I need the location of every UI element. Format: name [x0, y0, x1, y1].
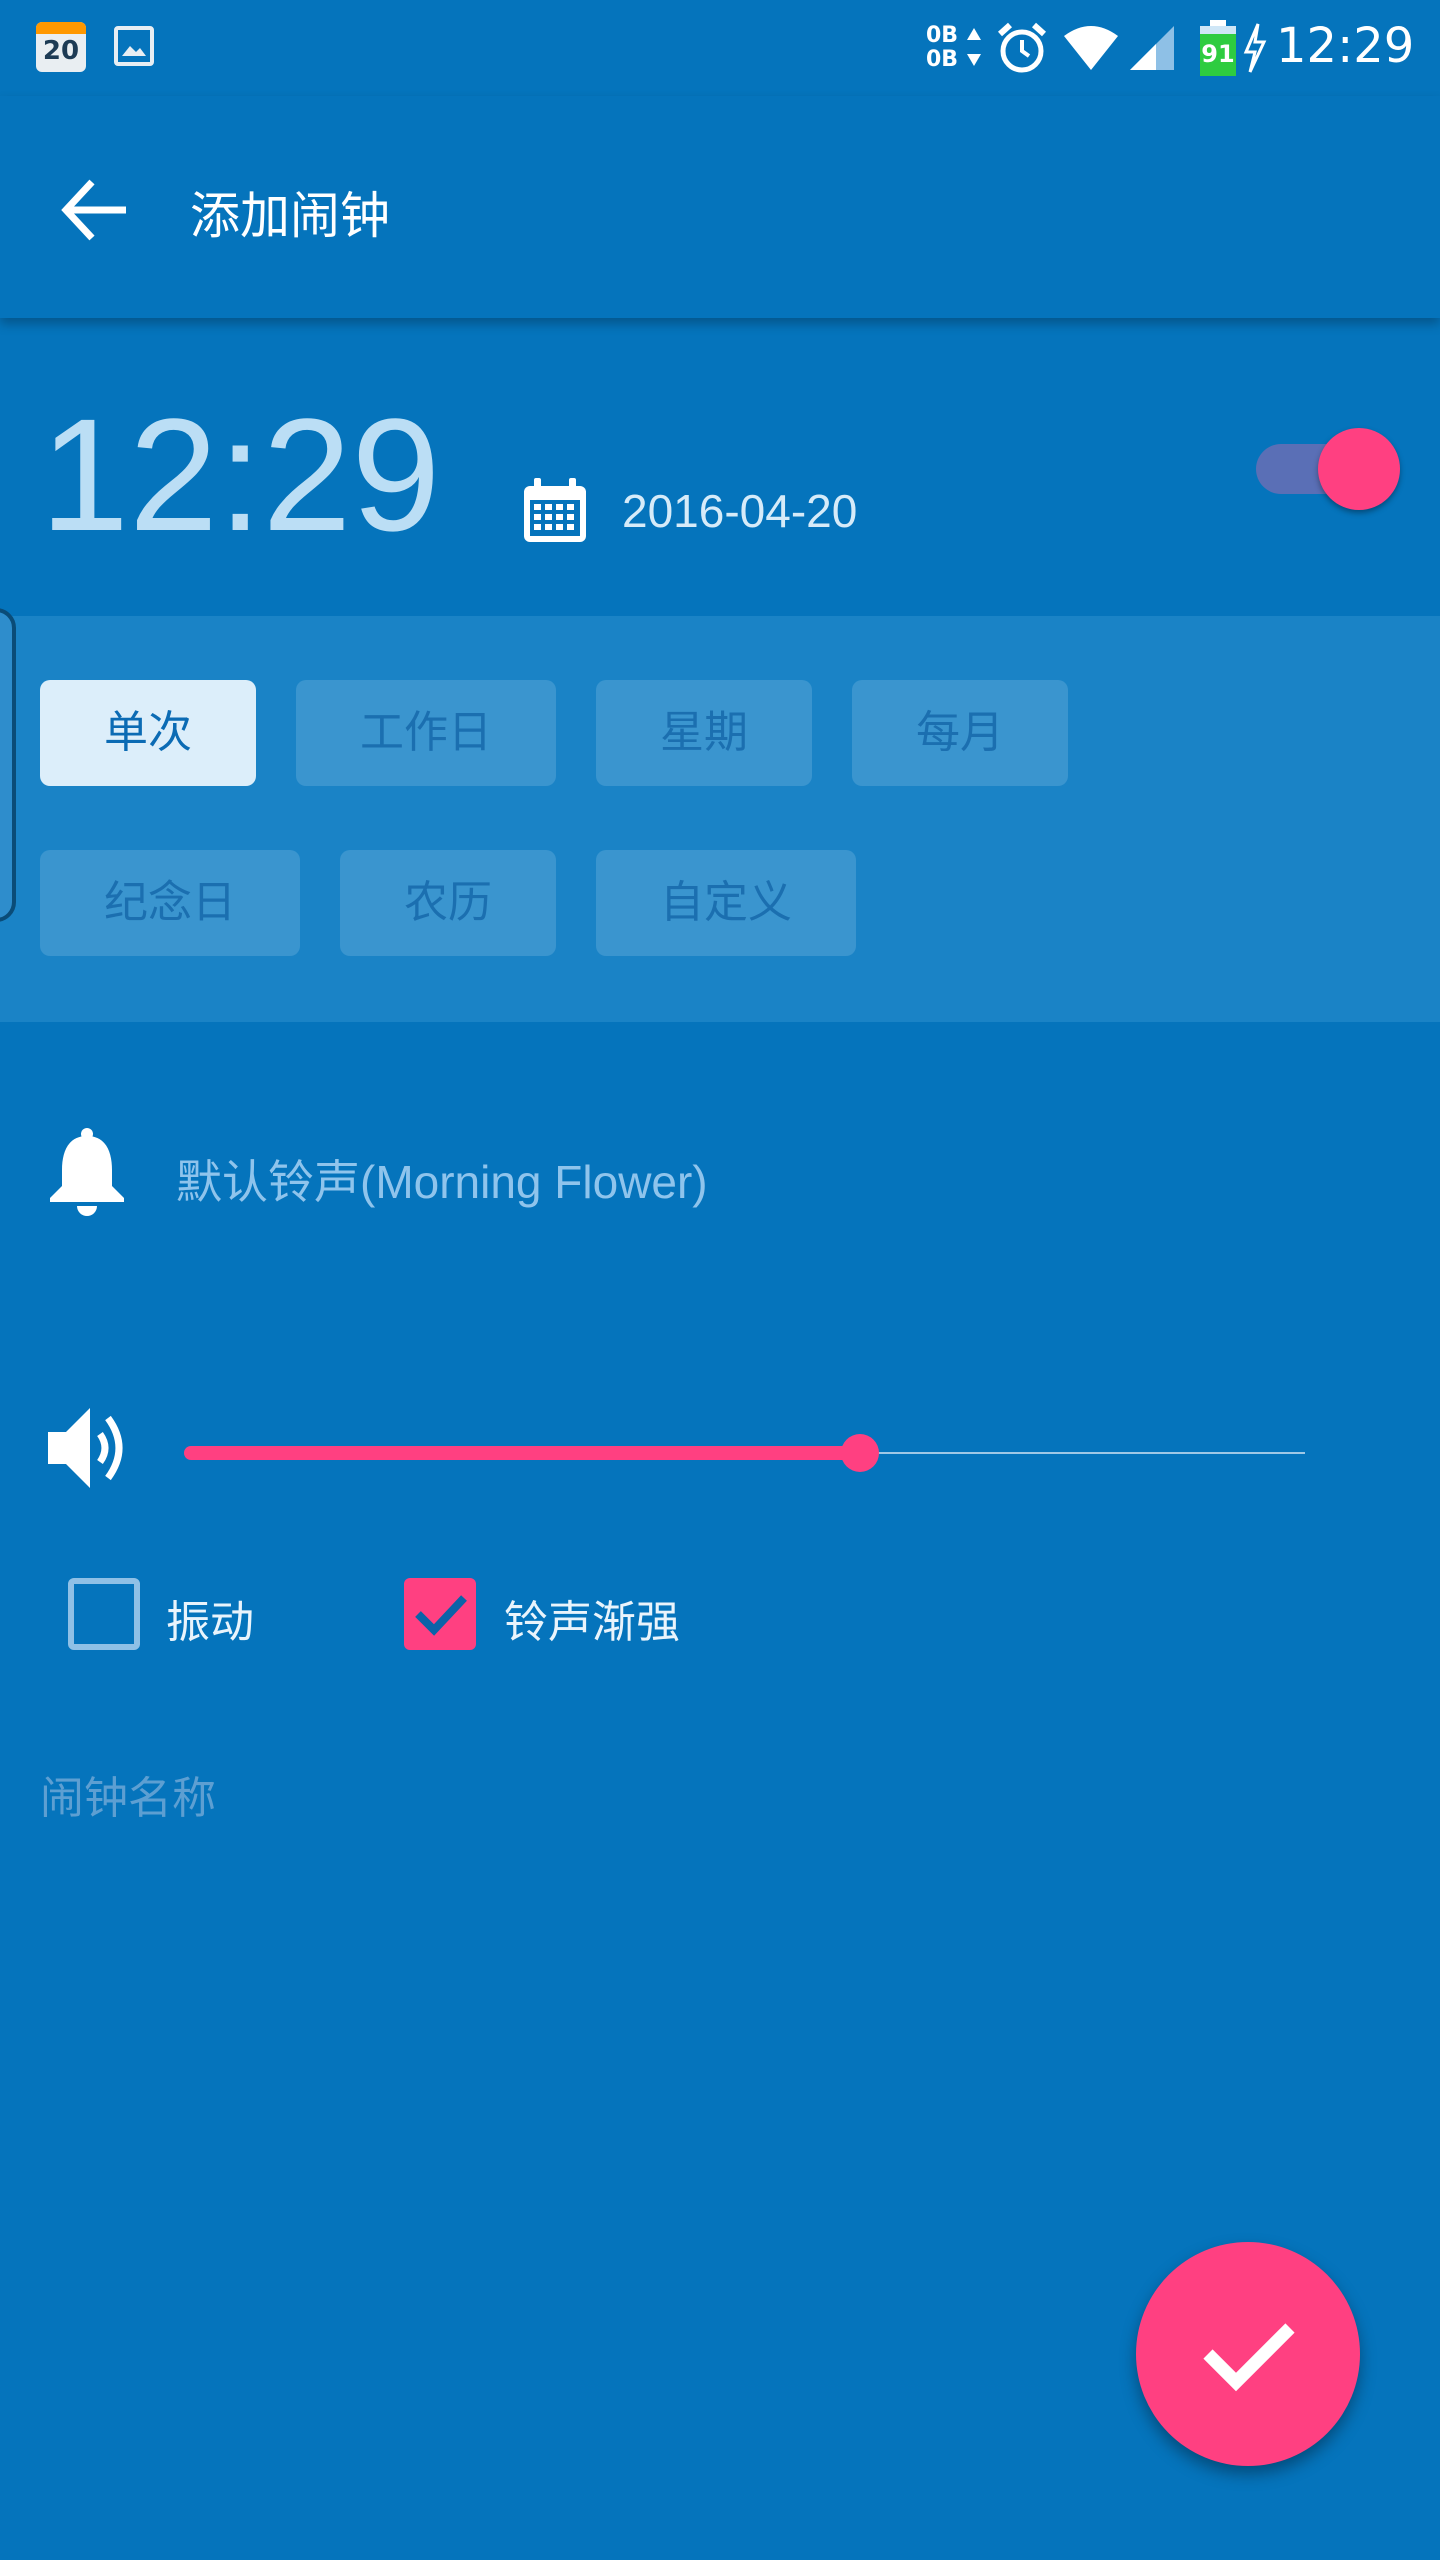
wifi-icon — [1064, 26, 1118, 70]
status-time: 12:29 — [1276, 18, 1415, 74]
repeat-option-custom[interactable]: 自定义 — [596, 850, 856, 956]
alarm-enabled-switch-thumb[interactable] — [1318, 428, 1400, 510]
vibrate-checkbox[interactable] — [68, 1578, 140, 1650]
volume-slider-fill[interactable] — [184, 1446, 860, 1460]
drawer-handle[interactable] — [0, 608, 16, 922]
vibrate-label: 振动 — [166, 1597, 254, 1648]
data-down: 0B — [926, 47, 959, 72]
status-bar: 20 0B 0B 91 12:29 — [0, 0, 1440, 96]
volume-slider-track[interactable] — [855, 1452, 1305, 1454]
repeat-options-panel: 单次 工作日 星期 每月 纪念日 农历 自定义 — [0, 616, 1440, 1022]
repeat-option-workdays[interactable]: 工作日 — [296, 680, 556, 786]
battery-icon: 91 — [1198, 20, 1238, 76]
crescendo-label: 铃声渐强 — [504, 1597, 680, 1648]
calendar-day: 20 — [42, 36, 80, 66]
alarm-date[interactable]: 2016-04-20 — [622, 484, 857, 538]
bell-icon — [50, 1128, 124, 1216]
crescendo-checkbox[interactable] — [404, 1578, 476, 1650]
charging-icon — [1243, 23, 1267, 73]
repeat-option-anniversary[interactable]: 纪念日 — [40, 850, 300, 956]
ringtone-selector[interactable]: 默认铃声(Morning Flower) — [176, 1146, 708, 1212]
signal-icon — [1130, 26, 1174, 70]
volume-slider-thumb[interactable] — [841, 1434, 879, 1472]
alarm-time[interactable]: 12:29 — [40, 385, 440, 565]
image-icon — [114, 26, 154, 66]
volume-icon — [48, 1408, 123, 1488]
alarm-icon — [997, 22, 1047, 73]
data-up: 0B — [926, 23, 959, 48]
checkmark-icon — [415, 1595, 467, 1636]
check-icon — [1203, 2323, 1295, 2392]
data-traffic-icon: 0B 0B — [926, 22, 984, 74]
repeat-option-weekly[interactable]: 星期 — [596, 680, 812, 786]
page-title: 添加闹钟 — [190, 187, 390, 245]
repeat-option-once[interactable]: 单次 — [40, 680, 256, 786]
calendar-icon: 20 — [36, 22, 86, 72]
alarm-name-input[interactable]: 闹钟名称 — [40, 1762, 216, 1826]
battery-level: 91 — [1201, 40, 1235, 68]
save-fab-button[interactable] — [1136, 2242, 1360, 2466]
repeat-option-monthly[interactable]: 每月 — [852, 680, 1068, 786]
back-arrow-icon[interactable] — [58, 172, 134, 248]
repeat-option-lunar[interactable]: 农历 — [340, 850, 556, 956]
calendar-date-icon[interactable] — [520, 476, 590, 546]
